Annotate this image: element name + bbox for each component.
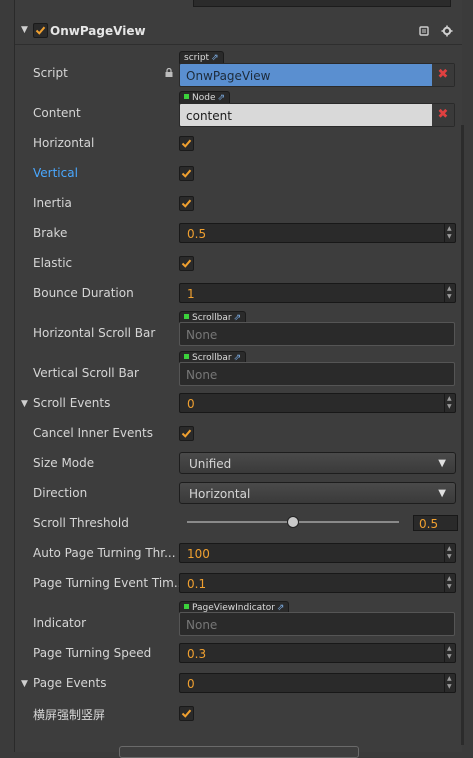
vertical-label: Vertical [33,166,78,180]
scrollbar-type-icon [184,314,189,319]
horizontal-scrollbar-label: Horizontal Scroll Bar [33,326,156,340]
elastic-checkbox[interactable] [179,256,194,271]
script-label: Script [33,66,68,80]
page-turning-event-timing-value: 0.1 [187,577,207,591]
inertia-checkbox[interactable] [179,196,194,211]
horizontal-checkbox[interactable] [179,136,194,151]
page-events-expand-icon[interactable]: ▼ [21,679,28,689]
component-enabled-checkbox[interactable] [33,23,48,38]
chevron-down-icon: ▼ [438,488,446,499]
collapse-arrow-icon[interactable]: ▼ [21,25,28,35]
size-mode-label: Size Mode [33,456,95,470]
auto-page-turning-stepper[interactable]: ▲ ▼ [444,544,455,562]
scroll-events-label: Scroll Events [33,396,111,410]
vscrollbar-value: None [186,368,218,382]
content-field[interactable]: content ✖ [179,103,455,127]
size-mode-value: Unified [189,457,232,471]
bounce-duration-label: Bounce Duration [33,286,134,300]
scroll-events-count-input[interactable]: 0 ▲ ▼ [179,393,456,413]
vertical-scrollbar-label: Vertical Scroll Bar [33,366,139,380]
vertical-scrollbar-field[interactable]: None [179,362,455,386]
component-title: OnwPageView [50,24,146,38]
script-field[interactable]: OnwPageView ✖ [179,63,455,87]
auto-page-turning-label: Auto Page Turning Thr... [33,546,176,560]
scroll-events-stepper[interactable]: ▲ ▼ [444,394,455,412]
indicator-field[interactable]: None [179,612,455,636]
scroll-threshold-value: 0.5 [419,517,439,531]
scroll-threshold-label: Scroll Threshold [33,516,129,530]
page-turning-event-timing-input[interactable]: 0.1 ▲ ▼ [179,573,456,593]
inspector-panel: ▼ OnwPageView Script script ⇗ OnwPageView… [14,0,464,758]
external-link-icon[interactable]: ⇗ [211,53,219,63]
direction-label: Direction [33,486,88,500]
remove-content-button[interactable]: ✖ [432,104,454,126]
previous-component-footer [193,0,451,7]
content-value: content [186,109,232,123]
page-turning-event-timing-label: Page Turning Event Tim... [33,576,186,590]
gear-icon[interactable] [441,25,453,37]
scroll-events-expand-icon[interactable]: ▼ [21,399,28,409]
page-turning-event-timing-stepper[interactable]: ▲ ▼ [444,574,455,592]
scrollbar-type-icon [184,354,189,359]
vertical-checkbox[interactable] [179,166,194,181]
brake-label: Brake [33,226,68,240]
brake-stepper[interactable]: ▲ ▼ [444,224,455,242]
scroll-events-value: 0 [187,397,195,411]
elastic-label: Elastic [33,256,73,270]
direction-value: Horizontal [189,487,251,501]
script-value: OnwPageView [186,69,271,83]
page-turning-speed-input[interactable]: 0.3 ▲ ▼ [179,643,456,663]
lock-icon [165,68,173,77]
scroll-threshold-input[interactable]: 0.5 [413,515,458,531]
cancel-inner-events-label: Cancel Inner Events [33,426,153,440]
auto-page-turning-input[interactable]: 100 ▲ ▼ [179,543,456,563]
page-turning-speed-stepper[interactable]: ▲ ▼ [444,644,455,662]
book-icon[interactable] [418,25,430,37]
bounce-duration-input[interactable]: 1 ▲ ▼ [179,283,456,303]
hscrollbar-value: None [186,328,218,342]
external-link-icon[interactable]: ⇗ [218,93,226,103]
force-portrait-checkbox[interactable] [179,706,194,721]
force-portrait-label: 横屏强制竖屏 [33,708,106,722]
inertia-label: Inertia [33,196,72,210]
indicator-label: Indicator [33,616,87,630]
page-events-stepper[interactable]: ▲ ▼ [444,674,455,692]
page-events-label: Page Events [33,676,107,690]
page-events-value: 0 [187,677,195,691]
brake-input[interactable]: 0.5 ▲ ▼ [179,223,456,243]
page-events-count-input[interactable]: 0 ▲ ▼ [179,673,456,693]
remove-script-button[interactable]: ✖ [432,64,454,86]
horizontal-label: Horizontal [33,136,95,150]
page-turning-speed-value: 0.3 [187,647,207,661]
indicator-value: None [186,618,218,632]
panel-scrollbar[interactable] [461,125,464,745]
chevron-down-icon: ▼ [438,458,446,469]
component-header[interactable]: ▼ OnwPageView [15,16,462,45]
direction-select[interactable]: Horizontal ▼ [179,482,456,504]
add-component-button[interactable] [119,746,359,758]
horizontal-scrollbar-field[interactable]: None [179,322,455,346]
content-tag-text: Node [192,93,216,103]
page-turning-speed-label: Page Turning Speed [33,646,152,660]
bounce-duration-value: 1 [187,287,195,301]
scroll-threshold-slider-handle[interactable] [287,516,299,528]
cancel-inner-events-checkbox[interactable] [179,426,194,441]
pageviewindicator-type-icon [184,604,189,609]
brake-value: 0.5 [187,227,207,241]
auto-page-turning-value: 100 [187,547,210,561]
size-mode-select[interactable]: Unified ▼ [179,452,456,474]
node-type-icon [184,94,189,99]
content-label: Content [33,106,81,120]
bounce-duration-stepper[interactable]: ▲ ▼ [444,284,455,302]
script-tag-text: script [184,53,210,63]
